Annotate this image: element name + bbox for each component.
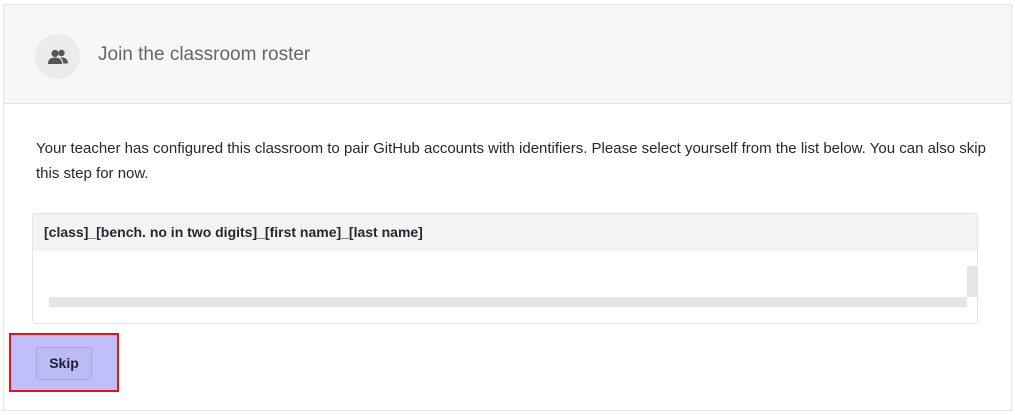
roster-card: Join the classroom roster Your teacher h… bbox=[3, 4, 1012, 411]
people-icon bbox=[35, 34, 80, 79]
horizontal-scrollbar[interactable] bbox=[49, 297, 967, 307]
page-title: Join the classroom roster bbox=[98, 44, 311, 65]
roster-column-header: [class]_[bench. no in two digits]_[first… bbox=[33, 214, 977, 251]
skip-button[interactable]: Skip bbox=[36, 347, 92, 380]
vertical-scrollbar[interactable] bbox=[967, 266, 977, 297]
roster-description: Your teacher has configured this classro… bbox=[36, 140, 986, 182]
card-header: Join the classroom roster bbox=[4, 5, 1011, 104]
roster-table[interactable]: [class]_[bench. no in two digits]_[first… bbox=[32, 213, 978, 324]
